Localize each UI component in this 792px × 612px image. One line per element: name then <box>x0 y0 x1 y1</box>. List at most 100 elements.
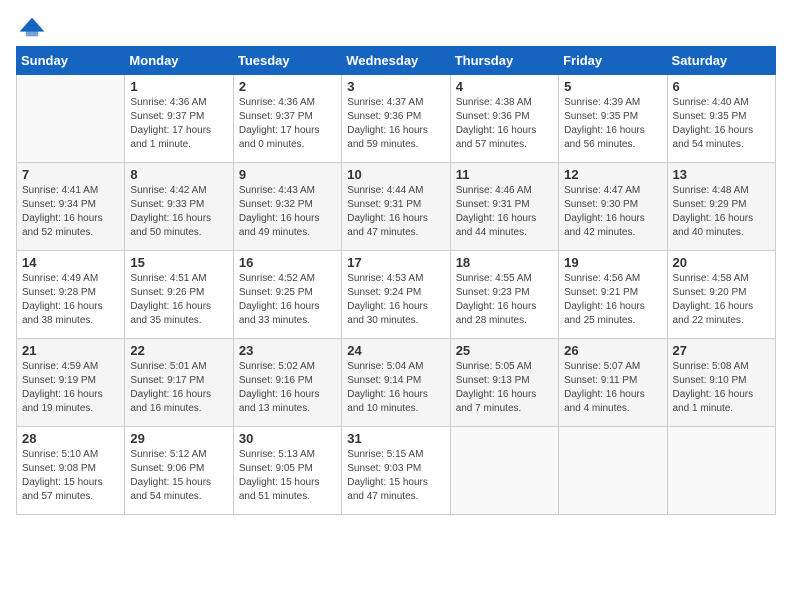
day-info: Sunrise: 4:41 AMSunset: 9:34 PMDaylight:… <box>22 184 119 240</box>
day-number: 9 <box>239 167 336 182</box>
day-info: Sunrise: 4:53 AMSunset: 9:24 PMDaylight:… <box>347 272 444 328</box>
calendar-day-cell: 10Sunrise: 4:44 AMSunset: 9:31 PMDayligh… <box>342 163 450 251</box>
day-info: Sunrise: 4:44 AMSunset: 9:31 PMDaylight:… <box>347 184 444 240</box>
calendar-day-cell: 6Sunrise: 4:40 AMSunset: 9:35 PMDaylight… <box>667 75 775 163</box>
day-number: 14 <box>22 255 119 270</box>
day-number: 20 <box>673 255 770 270</box>
day-info: Sunrise: 5:10 AMSunset: 9:08 PMDaylight:… <box>22 448 119 504</box>
day-number: 29 <box>130 431 227 446</box>
day-number: 26 <box>564 343 661 358</box>
day-info: Sunrise: 5:04 AMSunset: 9:14 PMDaylight:… <box>347 360 444 416</box>
calendar-day-cell: 23 Sunrise: 5:02 AMSunset: 9:16 PMDayligh… <box>233 339 341 427</box>
day-info: Sunrise: 4:43 AMSunset: 9:32 PMDaylight:… <box>239 184 336 240</box>
day-info: Sunrise: 4:52 AMSunset: 9:25 PMDaylight:… <box>239 272 336 328</box>
day-number: 6 <box>673 79 770 94</box>
calendar-day-cell: 24Sunrise: 5:04 AMSunset: 9:14 PMDayligh… <box>342 339 450 427</box>
weekday-header: Monday <box>125 47 233 75</box>
weekday-header: Friday <box>559 47 667 75</box>
calendar-day-cell: 31 Sunrise: 5:15 AMSunset: 9:03 PMDayligh… <box>342 427 450 515</box>
calendar-day-cell: 5Sunrise: 4:39 AMSunset: 9:35 PMDaylight… <box>559 75 667 163</box>
calendar-week-row: 28 Sunrise: 5:10 AMSunset: 9:08 PMDayligh… <box>17 427 776 515</box>
day-number: 3 <box>347 79 444 94</box>
day-number: 5 <box>564 79 661 94</box>
calendar-day-cell: 18Sunrise: 4:55 AMSunset: 9:23 PMDayligh… <box>450 251 558 339</box>
calendar-day-cell: 16 Sunrise: 4:52 AMSunset: 9:25 PMDayligh… <box>233 251 341 339</box>
calendar-day-cell: 1 Sunrise: 4:36 AMSunset: 9:37 PMDaylight… <box>125 75 233 163</box>
calendar-day-cell <box>450 427 558 515</box>
calendar-day-cell: 2Sunrise: 4:36 AMSunset: 9:37 PMDaylight… <box>233 75 341 163</box>
day-info: Sunrise: 5:02 AMSunset: 9:16 PMDaylight:… <box>239 360 336 416</box>
calendar-week-row: 21 Sunrise: 4:59 AMSunset: 9:19 PMDayligh… <box>17 339 776 427</box>
day-info: Sunrise: 4:59 AMSunset: 9:19 PMDaylight:… <box>22 360 119 416</box>
day-info: Sunrise: 4:42 AMSunset: 9:33 PMDaylight:… <box>130 184 227 240</box>
day-info: Sunrise: 5:07 AMSunset: 9:11 PMDaylight:… <box>564 360 661 416</box>
day-info: Sunrise: 4:56 AMSunset: 9:21 PMDaylight:… <box>564 272 661 328</box>
calendar-table: SundayMondayTuesdayWednesdayThursdayFrid… <box>16 46 776 515</box>
logo <box>16 16 50 38</box>
calendar-week-row: 1 Sunrise: 4:36 AMSunset: 9:37 PMDaylight… <box>17 75 776 163</box>
calendar-day-cell: 8 Sunrise: 4:42 AMSunset: 9:33 PMDaylight… <box>125 163 233 251</box>
day-number: 13 <box>673 167 770 182</box>
day-number: 31 <box>347 431 444 446</box>
day-number: 11 <box>456 167 553 182</box>
calendar-header: SundayMondayTuesdayWednesdayThursdayFrid… <box>17 47 776 75</box>
calendar-day-cell: 9 Sunrise: 4:43 AMSunset: 9:32 PMDaylight… <box>233 163 341 251</box>
day-number: 19 <box>564 255 661 270</box>
day-info: Sunrise: 4:47 AMSunset: 9:30 PMDaylight:… <box>564 184 661 240</box>
calendar-day-cell: 15Sunrise: 4:51 AMSunset: 9:26 PMDayligh… <box>125 251 233 339</box>
day-number: 30 <box>239 431 336 446</box>
calendar-body: 1 Sunrise: 4:36 AMSunset: 9:37 PMDaylight… <box>17 75 776 515</box>
day-number: 23 <box>239 343 336 358</box>
weekday-header: Sunday <box>17 47 125 75</box>
day-info: Sunrise: 4:36 AMSunset: 9:37 PMDaylight:… <box>239 96 336 152</box>
day-info: Sunrise: 5:12 AMSunset: 9:06 PMDaylight:… <box>130 448 227 504</box>
calendar-day-cell: 26 Sunrise: 5:07 AMSunset: 9:11 PMDayligh… <box>559 339 667 427</box>
day-number: 16 <box>239 255 336 270</box>
day-info: Sunrise: 5:15 AMSunset: 9:03 PMDaylight:… <box>347 448 444 504</box>
day-number: 12 <box>564 167 661 182</box>
day-number: 15 <box>130 255 227 270</box>
calendar-day-cell <box>667 427 775 515</box>
calendar-day-cell: 20 Sunrise: 4:58 AMSunset: 9:20 PMDayligh… <box>667 251 775 339</box>
logo-icon <box>18 16 46 38</box>
calendar-day-cell: 11 Sunrise: 4:46 AMSunset: 9:31 PMDayligh… <box>450 163 558 251</box>
day-info: Sunrise: 4:38 AMSunset: 9:36 PMDaylight:… <box>456 96 553 152</box>
calendar-week-row: 7Sunrise: 4:41 AMSunset: 9:34 PMDaylight… <box>17 163 776 251</box>
calendar-day-cell <box>17 75 125 163</box>
calendar-day-cell: 13 Sunrise: 4:48 AMSunset: 9:29 PMDayligh… <box>667 163 775 251</box>
calendar-day-cell: 7Sunrise: 4:41 AMSunset: 9:34 PMDaylight… <box>17 163 125 251</box>
day-number: 28 <box>22 431 119 446</box>
calendar-day-cell: 28 Sunrise: 5:10 AMSunset: 9:08 PMDayligh… <box>17 427 125 515</box>
day-info: Sunrise: 5:01 AMSunset: 9:17 PMDaylight:… <box>130 360 227 416</box>
calendar-day-cell: 19 Sunrise: 4:56 AMSunset: 9:21 PMDayligh… <box>559 251 667 339</box>
calendar-day-cell <box>559 427 667 515</box>
calendar-day-cell: 17 Sunrise: 4:53 AMSunset: 9:24 PMDayligh… <box>342 251 450 339</box>
calendar-day-cell: 27Sunrise: 5:08 AMSunset: 9:10 PMDayligh… <box>667 339 775 427</box>
day-number: 21 <box>22 343 119 358</box>
day-info: Sunrise: 4:36 AMSunset: 9:37 PMDaylight:… <box>130 96 227 152</box>
day-info: Sunrise: 4:49 AMSunset: 9:28 PMDaylight:… <box>22 272 119 328</box>
calendar-day-cell: 4Sunrise: 4:38 AMSunset: 9:36 PMDaylight… <box>450 75 558 163</box>
calendar-day-cell: 30 Sunrise: 5:13 AMSunset: 9:05 PMDayligh… <box>233 427 341 515</box>
weekday-row: SundayMondayTuesdayWednesdayThursdayFrid… <box>17 47 776 75</box>
day-number: 8 <box>130 167 227 182</box>
weekday-header: Thursday <box>450 47 558 75</box>
calendar-day-cell: 14 Sunrise: 4:49 AMSunset: 9:28 PMDayligh… <box>17 251 125 339</box>
day-info: Sunrise: 5:05 AMSunset: 9:13 PMDaylight:… <box>456 360 553 416</box>
calendar-week-row: 14 Sunrise: 4:49 AMSunset: 9:28 PMDayligh… <box>17 251 776 339</box>
calendar-day-cell: 29 Sunrise: 5:12 AMSunset: 9:06 PMDayligh… <box>125 427 233 515</box>
calendar-day-cell: 12 Sunrise: 4:47 AMSunset: 9:30 PMDayligh… <box>559 163 667 251</box>
weekday-header: Wednesday <box>342 47 450 75</box>
calendar-day-cell: 21 Sunrise: 4:59 AMSunset: 9:19 PMDayligh… <box>17 339 125 427</box>
day-info: Sunrise: 4:37 AMSunset: 9:36 PMDaylight:… <box>347 96 444 152</box>
day-info: Sunrise: 4:46 AMSunset: 9:31 PMDaylight:… <box>456 184 553 240</box>
day-number: 1 <box>130 79 227 94</box>
day-number: 17 <box>347 255 444 270</box>
calendar-day-cell: 22 Sunrise: 5:01 AMSunset: 9:17 PMDayligh… <box>125 339 233 427</box>
day-info: Sunrise: 4:48 AMSunset: 9:29 PMDaylight:… <box>673 184 770 240</box>
day-number: 18 <box>456 255 553 270</box>
day-info: Sunrise: 5:13 AMSunset: 9:05 PMDaylight:… <box>239 448 336 504</box>
day-number: 27 <box>673 343 770 358</box>
day-info: Sunrise: 4:58 AMSunset: 9:20 PMDaylight:… <box>673 272 770 328</box>
day-number: 22 <box>130 343 227 358</box>
